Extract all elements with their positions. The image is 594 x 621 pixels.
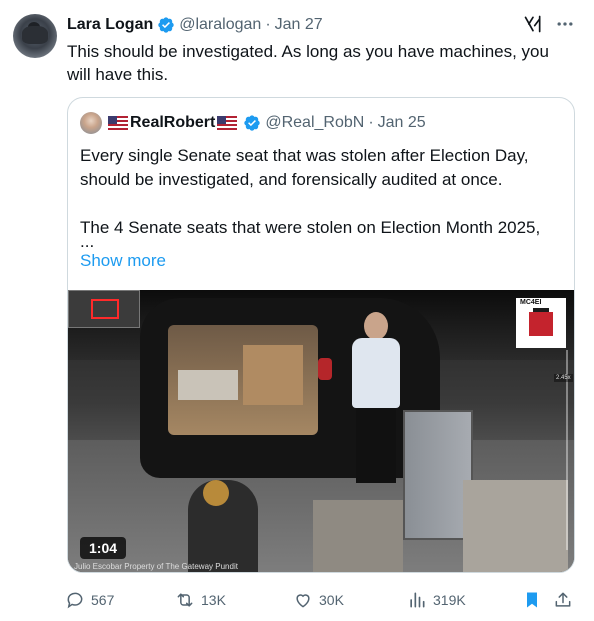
views-count: 319K — [433, 592, 466, 608]
video-box — [243, 345, 303, 405]
ballot-box-icon — [529, 312, 553, 336]
video-tail-light — [318, 358, 332, 380]
quoted-date[interactable]: Jan 25 — [378, 114, 426, 132]
views-button[interactable]: 319K — [407, 588, 466, 612]
action-bar: 567 13K 30K 319K — [63, 588, 583, 612]
tweet-text: This should be investigated. As long as … — [67, 42, 549, 84]
heart-icon — [296, 594, 310, 608]
separator-dot: · — [265, 16, 271, 33]
repost-button[interactable]: 13K — [175, 588, 226, 612]
quoted-ellipsis: ... — [80, 232, 95, 251]
reply-button[interactable]: 567 — [65, 588, 114, 612]
author-handle[interactable]: @laralogan — [179, 16, 261, 34]
tweet-header: Lara Logan @laralogan · Jan 27 — [67, 14, 323, 36]
highlight-box — [91, 299, 119, 319]
video-person — [348, 312, 403, 487]
quoted-header: RealRobert @Real_RobN · Jan 25 — [80, 112, 426, 134]
reply-count: 567 — [91, 592, 115, 608]
video-player[interactable]: MC4EI 2.45x 1:04 Julio Escobar Property … — [68, 290, 574, 572]
quoted-handle[interactable]: @Real_RobN — [265, 114, 364, 132]
video-logo: MC4EI — [516, 298, 566, 348]
video-walker-head — [203, 480, 229, 506]
video-concrete-block — [463, 480, 568, 572]
verified-badge-icon — [244, 115, 261, 131]
video-zoom-label: 2.45x — [554, 374, 573, 382]
tweet: Lara Logan @laralogan · Jan 27 This shou… — [0, 0, 594, 621]
repost-count: 13K — [201, 592, 226, 608]
video-person-pants — [356, 408, 396, 483]
reply-icon — [67, 592, 83, 609]
avatar-figure — [22, 26, 48, 44]
show-more-link[interactable]: Show more — [80, 251, 166, 271]
video-person-shirt — [352, 338, 400, 408]
quoted-paragraph-1: Every single Senate seat that was stolen… — [80, 146, 529, 189]
like-count: 30K — [319, 592, 344, 608]
verified-badge-icon — [158, 17, 174, 33]
video-inset-thumbnail — [68, 290, 140, 328]
author-name[interactable]: Lara Logan — [67, 16, 153, 34]
video-credit: Julio Escobar Property of The Gateway Pu… — [74, 562, 238, 571]
separator-dot: · — [368, 114, 374, 131]
quoted-avatar[interactable] — [80, 112, 102, 134]
us-flag-icon — [108, 116, 128, 130]
quoted-tweet[interactable]: RealRobert @Real_RobN · Jan 25 Every sin… — [67, 97, 575, 573]
share-button[interactable] — [553, 588, 573, 612]
tweet-date[interactable]: Jan 27 — [275, 16, 323, 34]
us-flag-icon — [217, 116, 238, 130]
video-duration-badge: 1:04 — [80, 537, 127, 559]
share-icon — [555, 592, 571, 607]
more-options-icon[interactable] — [553, 12, 577, 36]
video-logo-text: MC4EI — [520, 299, 542, 306]
grok-icon[interactable] — [523, 14, 543, 34]
author-avatar[interactable] — [13, 14, 57, 58]
like-button[interactable]: 30K — [293, 588, 344, 612]
bookmark-icon — [527, 592, 537, 608]
quoted-text: Every single Senate seat that was stolen… — [80, 144, 564, 264]
views-icon — [410, 592, 425, 608]
video-box — [178, 370, 238, 400]
repost-icon — [177, 593, 193, 607]
bookmark-button[interactable] — [522, 588, 542, 612]
quoted-paragraph-2: The 4 Senate seats that were stolen on E… — [80, 218, 541, 237]
video-person-head — [364, 312, 388, 340]
quoted-author-name[interactable]: RealRobert — [130, 114, 215, 132]
